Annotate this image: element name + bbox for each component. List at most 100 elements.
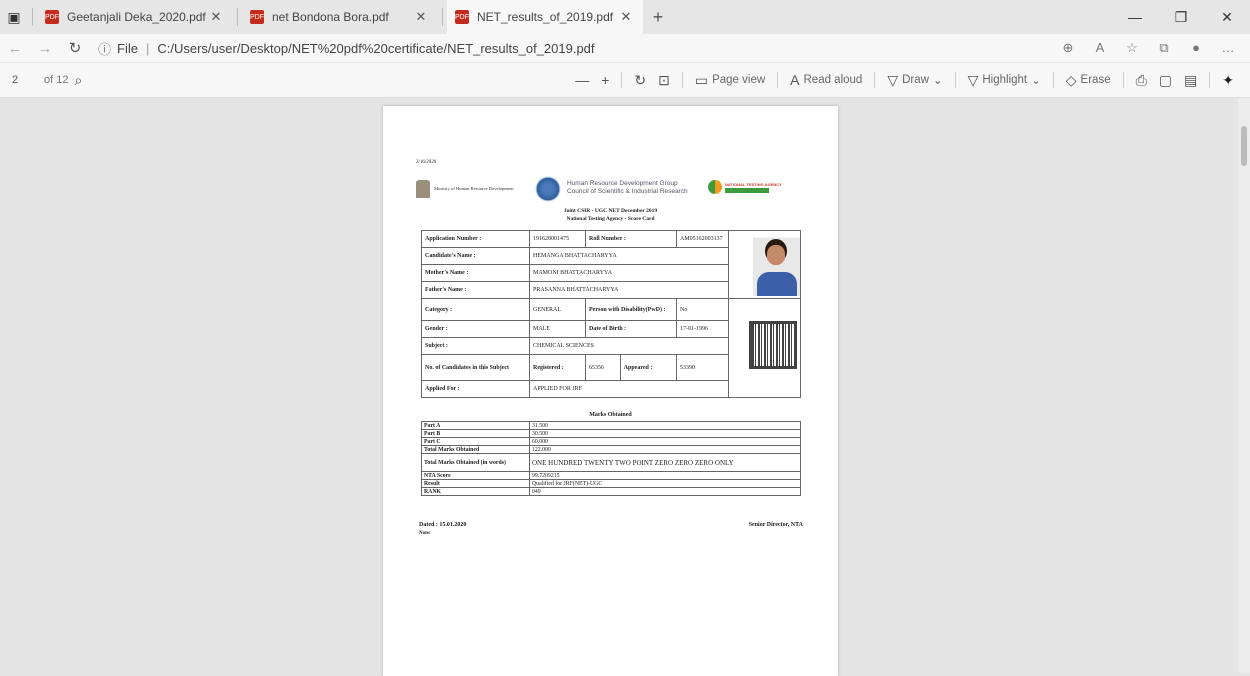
pin-toolbar-icon[interactable]: ✦	[1222, 72, 1234, 89]
table-row: Total Marks Obtained (in words) ONE HUNDR…	[421, 453, 801, 472]
zoom-in-icon[interactable]: +	[601, 72, 609, 88]
url-field[interactable]: ⓘ File | C:/Users/user/Desktop/NET%20pdf…	[98, 39, 1052, 58]
draw-button[interactable]: ▽ Draw ⌄	[887, 72, 942, 89]
csir-logo-icon	[535, 176, 561, 202]
vertical-scrollbar[interactable]	[1238, 98, 1250, 673]
qr-code-icon	[749, 321, 797, 369]
page-number-input[interactable]: 2	[12, 70, 40, 90]
cell: PRASANNA BHATTACHARYYA	[529, 281, 729, 299]
cell: 17-01-1996	[676, 320, 729, 338]
pdf-icon: PDF	[455, 10, 469, 24]
cell: MAMONI BHATTACHARYYA	[529, 264, 729, 282]
search-icon[interactable]: ⌕	[74, 72, 82, 89]
chevron-down-icon[interactable]: ⌄	[1031, 73, 1041, 87]
url-scheme: File	[117, 40, 138, 56]
cell: HEMANGA BHATTACHARYYA	[529, 247, 729, 265]
zoom-out-icon[interactable]: —	[575, 72, 589, 88]
draw-label: Draw	[902, 74, 929, 86]
profile-icon[interactable]: ●	[1180, 40, 1212, 56]
cell: Part B	[421, 429, 530, 438]
tab-1[interactable]: PDF Geetanjali Deka_2020.pdf ✕	[37, 0, 233, 34]
nta-logo: NATIONAL TESTING AGENCY	[708, 180, 782, 194]
cell: Part C	[421, 437, 530, 446]
cell: APPLIED FOR JRF	[529, 380, 729, 398]
cell: Category :	[421, 298, 530, 321]
tab-actions-icon[interactable]: ▣	[0, 0, 28, 34]
back-icon[interactable]: ←	[0, 40, 30, 57]
chevron-down-icon[interactable]: ⌄	[933, 73, 943, 87]
cell: Roll Number :	[585, 230, 677, 248]
cell: RANK	[421, 487, 530, 496]
table-row: NTA Score 99.7209215	[421, 471, 801, 480]
cell: AM05162003137	[676, 230, 729, 248]
page-view-icon: ▭	[694, 71, 709, 88]
cell: 31.500	[529, 421, 801, 430]
table-row: Part A 31.500	[421, 421, 801, 430]
highlight-label: Highlight	[982, 74, 1028, 86]
table-row: Part C 60.000	[421, 437, 801, 446]
pdf-icon: PDF	[45, 10, 59, 24]
close-window-icon[interactable]: ✕	[1204, 0, 1250, 34]
close-icon[interactable]: ✕	[412, 9, 430, 25]
info-icon[interactable]: ⓘ	[98, 39, 111, 58]
read-mode-icon[interactable]: A	[1084, 40, 1116, 56]
cell: 049	[529, 487, 801, 496]
collections-icon[interactable]: ⧉	[1148, 40, 1180, 56]
print-icon[interactable]: ⎙	[1136, 72, 1147, 89]
close-icon[interactable]: ✕	[207, 9, 225, 25]
favorites-icon[interactable]: ☆	[1116, 40, 1148, 56]
divider	[237, 8, 238, 26]
cell: No	[676, 298, 729, 321]
cell: Result	[421, 479, 530, 488]
window-controls: — ❐ ✕	[1112, 0, 1250, 34]
divider	[621, 72, 623, 88]
photo-body	[756, 272, 797, 296]
photo-face	[767, 245, 785, 265]
pdf-page: 2/16/2020 Ministry of Human Resource Dev…	[383, 106, 838, 676]
forward-icon[interactable]: →	[30, 40, 60, 57]
cell: Application Number :	[421, 230, 530, 248]
cell: 30.500	[529, 429, 801, 438]
director-text: Senior Director, NTA	[748, 522, 803, 528]
cell: ONE HUNDRED TWENTY TWO POINT ZERO ZERO Z…	[529, 453, 801, 472]
zoom-icon[interactable]: ⊕	[1052, 40, 1084, 56]
tab-2[interactable]: PDF net Bondona Bora.pdf ✕	[242, 0, 438, 34]
marks-heading: Marks Obtained	[589, 412, 632, 418]
table-row: Result Qualified for JRF(NET)-UGC	[421, 479, 801, 488]
cell: 60.000	[529, 437, 801, 446]
cell: 53390	[676, 354, 729, 381]
save-icon[interactable]: ▢	[1159, 72, 1172, 89]
page-view-button[interactable]: ▭ Page view	[695, 72, 765, 89]
new-tab-icon[interactable]: +	[643, 7, 673, 28]
divider	[1122, 72, 1124, 88]
cell: Father's Name :	[421, 281, 530, 299]
maximize-icon[interactable]: ❐	[1158, 0, 1204, 34]
fit-page-icon[interactable]: ⊡	[658, 72, 670, 89]
save-as-icon[interactable]: ▤	[1184, 72, 1197, 89]
highlight-button[interactable]: ▽ Highlight ⌄	[968, 72, 1041, 89]
cell: Person with Disability(PwD) :	[585, 298, 677, 321]
pdf-viewer[interactable]: 2/16/2020 Ministry of Human Resource Dev…	[0, 98, 1250, 676]
address-bar: ← → ↻ ⓘ File | C:/Users/user/Desktop/NET…	[0, 34, 1250, 62]
nta-name: NATIONAL TESTING AGENCY	[725, 181, 782, 187]
candidate-table: Application Number :191620001475 Roll Num…	[421, 230, 801, 398]
erase-button[interactable]: ◇ Erase	[1066, 72, 1111, 89]
dated-text: Dated : 15.01.2020	[419, 522, 467, 528]
close-icon[interactable]: ✕	[617, 9, 635, 25]
scrollbar-thumb[interactable]	[1241, 126, 1247, 166]
tab-3-active[interactable]: PDF NET_results_of_2019.pdf ✕	[447, 0, 643, 34]
tab-title: net Bondona Bora.pdf	[272, 10, 389, 24]
rotate-icon[interactable]: ↻	[634, 72, 646, 89]
erase-label: Erase	[1080, 74, 1111, 86]
cell: Appeared :	[619, 354, 678, 381]
cell: Candidate's Name :	[421, 247, 530, 265]
more-icon[interactable]: …	[1212, 40, 1244, 56]
pdf-toolbar: 2 of 12 ⌕ — + ↻ ⊡ ▭ Page view A Read aloud…	[0, 62, 1250, 98]
read-aloud-button[interactable]: A Read aloud	[790, 72, 862, 88]
divider	[32, 8, 33, 26]
divider	[874, 72, 876, 88]
cell: Subject :	[421, 337, 530, 355]
refresh-icon[interactable]: ↻	[60, 39, 90, 57]
minimize-icon[interactable]: —	[1112, 0, 1158, 34]
nta-logo-icon	[708, 180, 722, 194]
